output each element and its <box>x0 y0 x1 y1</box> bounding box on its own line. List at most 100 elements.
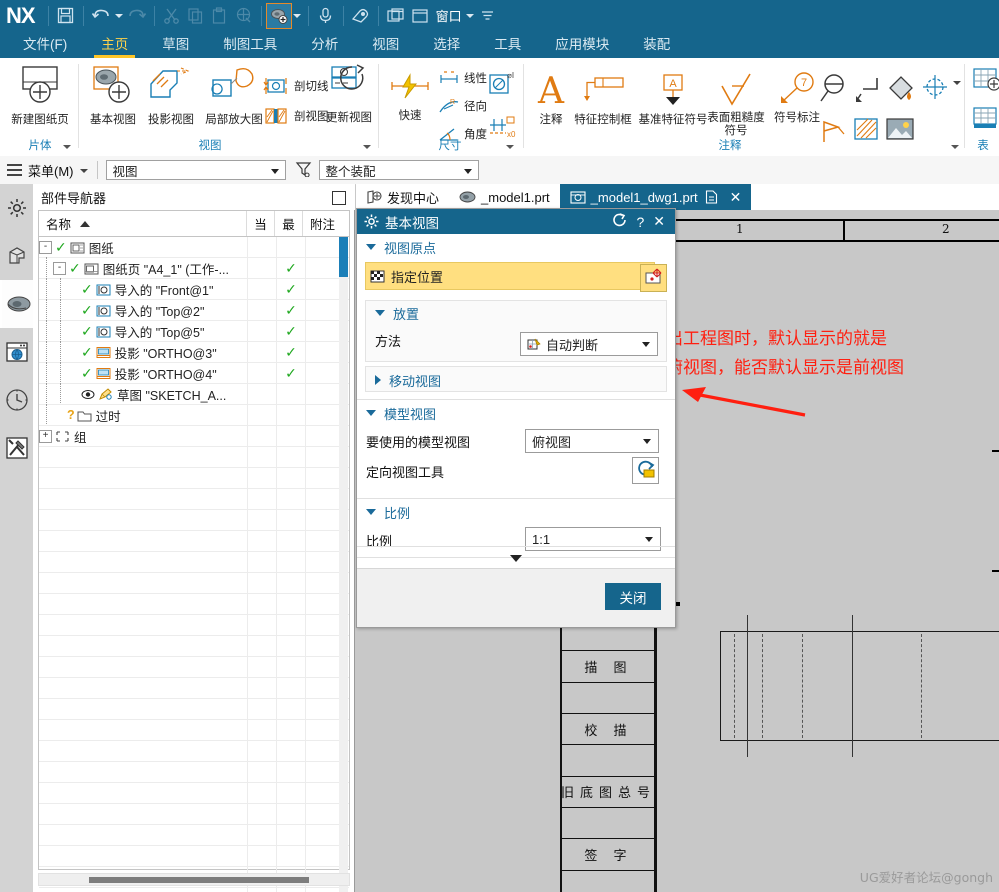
maximize-icon[interactable] <box>332 191 346 205</box>
model-view-combo[interactable]: 俯视图 <box>525 429 659 453</box>
section-header-scale[interactable]: 比例 <box>357 499 675 525</box>
image-button[interactable] <box>885 116 915 147</box>
checkmark-icon[interactable]: ✓ <box>81 324 93 338</box>
save-state-icon[interactable] <box>705 190 718 204</box>
ribbon-tab-view[interactable]: 视图 <box>355 30 416 58</box>
checkmark-icon[interactable]: ✓ <box>55 240 67 254</box>
filter-icon[interactable] <box>295 161 312 180</box>
checkmark-icon[interactable]: ✓ <box>81 366 93 380</box>
dialog-title-bar[interactable]: 基本视图 ? ✕ <box>357 209 675 234</box>
table-row[interactable]: - ✓ 图纸 <box>39 237 349 258</box>
table-row[interactable]: + 组 <box>39 426 349 447</box>
part-navigator-icon[interactable] <box>0 232 33 280</box>
menu-label[interactable]: 菜单(M) <box>28 161 74 180</box>
window-menu-label[interactable]: 窗口 <box>436 6 462 25</box>
expand-more-options-button[interactable] <box>357 546 675 569</box>
section-fill-button[interactable] <box>852 116 882 147</box>
undo-dropdown-caret[interactable] <box>113 4 125 28</box>
crosshair-button[interactable] <box>920 72 950 105</box>
tab-discovery-center[interactable]: 发现中心 <box>356 184 449 210</box>
datum-feature-symbol-button[interactable]: A 基准特征符号 <box>634 72 712 126</box>
new-sheet-button[interactable]: 新建图纸页 <box>4 64 76 126</box>
diameter-dimension-button[interactable]: ⌀I <box>487 70 517 101</box>
parts-list-button[interactable] <box>972 106 999 137</box>
tree-expander-icon[interactable]: - <box>53 261 66 275</box>
placement-method-combo[interactable]: 自动判断 <box>520 332 658 356</box>
table-row[interactable]: 草图 "SKETCH_A... <box>39 382 349 405</box>
projected-view-button[interactable]: 投影视图 <box>140 64 202 126</box>
table-row[interactable]: ✓ 导入的 "Top@2" ✓ <box>39 298 349 321</box>
table-row[interactable]: ✓ 投影 "ORTHO@3" ✓ <box>39 340 349 363</box>
detail-view-button[interactable]: 局部放大图 <box>198 64 270 126</box>
ribbon-group-expand-annotation[interactable] <box>950 141 960 151</box>
section-view-button[interactable]: 剖视图 <box>262 106 329 126</box>
ribbon-tab-assembly[interactable]: 装配 <box>626 30 687 58</box>
table-add-button[interactable] <box>972 66 999 99</box>
title-block[interactable]: 描 图校 描旧底图总号签 字 <box>560 620 657 892</box>
radial-dimension-button[interactable]: R 径向 <box>438 98 487 114</box>
ribbon-group-expand-dimension[interactable] <box>505 141 515 151</box>
navigator-vertical-scrollbar[interactable] <box>339 237 348 892</box>
basic-view-icon[interactable] <box>265 2 292 29</box>
update-view-button[interactable]: 更新视图 <box>322 64 376 124</box>
column-header-comment[interactable]: 附注 <box>303 211 349 236</box>
tree-expander-icon[interactable]: + <box>39 429 52 443</box>
role-tools-icon[interactable] <box>0 424 33 472</box>
menu-hamburger-icon[interactable] <box>7 161 22 179</box>
scope-combo[interactable]: 视图 <box>105 160 286 180</box>
table-row[interactable]: ✓ 投影 "ORTHO@4" ✓ <box>39 361 349 384</box>
move-view-subpanel[interactable]: 移动视图 <box>365 366 667 392</box>
column-header-current[interactable]: 当 <box>247 211 275 236</box>
checkmark-icon[interactable]: ✓ <box>81 345 93 359</box>
paint-drop-button[interactable] <box>885 72 917 105</box>
ribbon-group-expand-sheet[interactable] <box>62 141 72 151</box>
quick-dimension-button[interactable]: 快速 <box>386 72 434 122</box>
annotation-more-caret[interactable] <box>952 80 962 88</box>
ribbon-tab-drafting-tools[interactable]: 制图工具 <box>206 30 294 58</box>
checkmark-icon[interactable]: ✓ <box>81 282 93 296</box>
ribbon-tab-file[interactable]: 文件(F) <box>6 30 84 58</box>
help-icon[interactable]: ? <box>636 214 644 230</box>
specify-location-row[interactable]: 指定位置 <box>365 262 655 290</box>
table-row[interactable]: ? 过时 <box>39 403 349 426</box>
save-icon[interactable] <box>54 4 78 28</box>
surface-finish-button[interactable]: 表面粗糙度符号 <box>706 72 766 139</box>
section-header-model-view[interactable]: 模型视图 <box>357 400 675 426</box>
feature-control-frame-button[interactable]: 特征控制框 <box>572 72 634 126</box>
checkmark-icon[interactable]: ✓ <box>81 303 93 317</box>
column-header-uptodate[interactable]: 最 <box>275 211 303 236</box>
table-row[interactable]: - ✓ 图纸页 "A4_1" (工作-... ✓ <box>39 256 349 279</box>
close-icon[interactable]: ✕ <box>730 190 742 204</box>
microphone-icon[interactable] <box>314 4 338 28</box>
navigator-horizontal-scrollbar[interactable] <box>38 873 350 886</box>
table-row[interactable]: ✓ 导入的 "Front@1" ✓ <box>39 277 349 300</box>
circle-dimension-button[interactable] <box>818 72 850 107</box>
section-line-button[interactable]: 剖切线 <box>262 76 329 96</box>
ribbon-tab-sketch[interactable]: 草图 <box>145 30 206 58</box>
ribbon-tab-application[interactable]: 应用模块 <box>538 30 626 58</box>
table-row[interactable]: ✓ 导入的 "Top@5" ✓ <box>39 319 349 342</box>
eraser-icon[interactable] <box>349 4 373 28</box>
section-header-placement[interactable]: 放置 <box>366 301 666 325</box>
close-icon[interactable]: ✕ <box>653 213 665 230</box>
tree-expander-icon[interactable]: - <box>39 240 52 254</box>
section-header-view-origin[interactable]: 视图原点 <box>357 234 675 260</box>
specify-location-point-button[interactable] <box>640 264 667 292</box>
base-view-button[interactable]: 基本视图 <box>82 64 144 126</box>
assembly-navigator-icon[interactable] <box>0 184 33 232</box>
basic-view-dropdown-caret[interactable] <box>291 4 303 28</box>
reset-icon[interactable] <box>612 213 627 230</box>
close-button[interactable]: 关闭 <box>605 583 661 610</box>
basic-view-dialog[interactable]: 基本视图 ? ✕ 视图原点 指定位置 放置 方法 自动判断 移动视图 模型视图 … <box>356 208 676 628</box>
centerline-button[interactable] <box>855 72 885 107</box>
leader-button[interactable] <box>818 116 848 149</box>
assembly-scope-combo[interactable]: 整个装配 <box>318 160 479 180</box>
drafting-navigator-icon[interactable] <box>0 280 35 328</box>
new-window-icon[interactable] <box>408 4 432 28</box>
checkmark-icon[interactable]: ✓ <box>69 261 81 275</box>
section-header-move-view[interactable]: 移动视图 <box>366 367 666 393</box>
tab-model1-prt[interactable]: _model1.prt <box>449 184 560 210</box>
linear-dimension-button[interactable]: 线性 <box>438 70 487 86</box>
window-menu-caret[interactable] <box>464 4 476 28</box>
ribbon-group-expand-view[interactable] <box>362 141 372 151</box>
